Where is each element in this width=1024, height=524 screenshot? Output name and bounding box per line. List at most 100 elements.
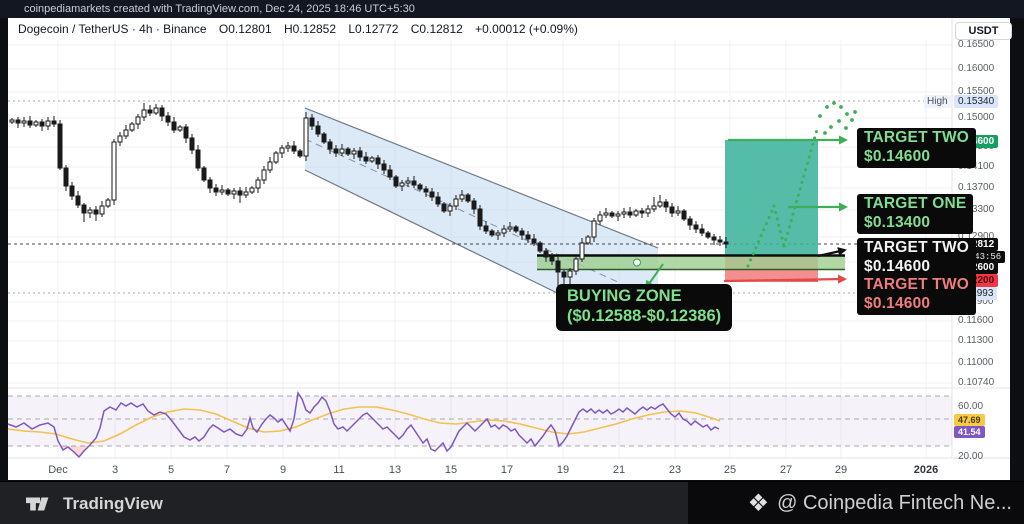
candle-body xyxy=(33,121,39,126)
target-one-line1: TARGET ONE xyxy=(864,195,967,212)
target-two-top-line2: $0.14600 xyxy=(864,147,931,165)
candle-body xyxy=(207,179,213,189)
candle-body xyxy=(513,226,519,232)
candle-body xyxy=(345,148,351,155)
projection-dot xyxy=(850,118,854,122)
projection-dot xyxy=(825,105,829,109)
candle-body xyxy=(717,239,723,243)
candle-body xyxy=(567,270,573,278)
currency-toggle-button[interactable]: USDT xyxy=(955,22,1012,40)
candle-body xyxy=(579,242,585,260)
candle-body xyxy=(129,123,135,131)
candle-body xyxy=(405,180,411,184)
candle-body xyxy=(303,117,309,157)
candle-body xyxy=(675,210,681,214)
candle-body xyxy=(393,176,399,187)
stop-label-line2: $0.14600 xyxy=(864,294,931,312)
candle-body xyxy=(147,109,153,114)
projection-dot xyxy=(832,101,836,105)
candle-body xyxy=(711,236,717,241)
candle-body xyxy=(633,210,639,216)
candle-body xyxy=(627,211,633,216)
candle-body xyxy=(249,187,255,193)
projection-dot xyxy=(853,110,857,114)
candle-body xyxy=(279,147,285,154)
tradingview-snapshot: coinpediamarkets created with TradingVie… xyxy=(0,0,1024,524)
projection-dot xyxy=(845,112,849,116)
candle-body xyxy=(21,120,27,124)
candle-body xyxy=(399,182,405,187)
buying-zone-line2: ($0.12588-$0.12386) xyxy=(567,306,722,325)
candle-body xyxy=(297,150,303,157)
candle-body xyxy=(153,107,159,114)
candle-body xyxy=(687,218,693,226)
candle-body xyxy=(27,120,33,126)
buying-zone-label[interactable]: BUYING ZONE ($0.12588-$0.12386) xyxy=(556,284,733,331)
candle-body xyxy=(531,238,537,244)
projection-dot xyxy=(823,131,827,135)
stop-label-line1: TARGET TWO xyxy=(864,276,970,293)
candle-body xyxy=(369,157,375,162)
candle-body xyxy=(465,194,471,202)
candle-body xyxy=(537,242,543,252)
candle-body xyxy=(453,198,459,207)
entry-label-line2: $0.14600 xyxy=(864,257,931,275)
target-one-label[interactable]: TARGET ONE $0.13400 xyxy=(857,194,974,234)
candle-body xyxy=(555,260,561,273)
target-two-top-label[interactable]: TARGET TWO $0.14600 xyxy=(857,128,977,168)
candle-body xyxy=(159,107,165,117)
candle-body xyxy=(225,189,231,195)
candle-body xyxy=(723,241,729,245)
candle-body xyxy=(417,184,423,190)
candle-body xyxy=(69,185,75,197)
candle-body xyxy=(471,200,477,210)
candle-body xyxy=(657,201,663,207)
candle-body xyxy=(183,126,189,139)
candle-body xyxy=(243,191,249,196)
candle-body xyxy=(429,191,435,198)
candle-body xyxy=(645,208,651,214)
target-two-top-line1: TARGET TWO xyxy=(864,129,970,146)
candle-body xyxy=(573,258,579,272)
candle-body xyxy=(621,211,627,215)
candle-body xyxy=(597,214,603,222)
candle-body xyxy=(195,149,201,169)
candle-body xyxy=(615,213,621,217)
candle-body xyxy=(357,150,363,158)
projection-dot xyxy=(829,125,833,129)
candle-body xyxy=(63,167,69,187)
candle-body xyxy=(381,163,387,171)
candle-body xyxy=(387,169,393,178)
candle-body xyxy=(219,189,225,193)
candle-body xyxy=(639,210,645,214)
candle-body xyxy=(111,141,117,201)
projection-dot xyxy=(818,114,822,118)
entry-stop-label[interactable]: TARGET TWO $0.14600 TARGET TWO $0.14600 xyxy=(857,238,977,315)
candle-body xyxy=(273,152,279,163)
candle-body xyxy=(237,190,243,196)
candle-body xyxy=(663,201,669,208)
candle-body xyxy=(9,119,15,123)
price-change: +0.00012 (+0.09%) xyxy=(475,22,578,36)
symbol-title[interactable]: Dogecoin / TetherUS · 4h · Binance xyxy=(18,22,207,36)
candle-body xyxy=(57,123,63,169)
candle-body xyxy=(291,145,297,152)
ohlc-low: L0.12772 xyxy=(348,22,399,36)
candle-body xyxy=(93,209,99,215)
entry-label-line1: TARGET TWO xyxy=(864,239,970,256)
candle-body xyxy=(669,206,675,214)
candle-body xyxy=(543,250,549,258)
candle-body xyxy=(411,180,417,186)
candle-body xyxy=(333,148,339,154)
candle-body xyxy=(321,133,327,143)
buying-zone-line1: BUYING ZONE xyxy=(567,287,682,305)
candle-body xyxy=(309,117,315,127)
candle-body xyxy=(435,196,441,205)
candle-body xyxy=(117,135,123,143)
candle-body xyxy=(177,126,183,131)
candle-body xyxy=(459,194,465,200)
candle-body xyxy=(99,205,105,215)
candle-body xyxy=(651,205,657,210)
candle-body xyxy=(81,204,87,214)
candle-body xyxy=(525,234,531,240)
